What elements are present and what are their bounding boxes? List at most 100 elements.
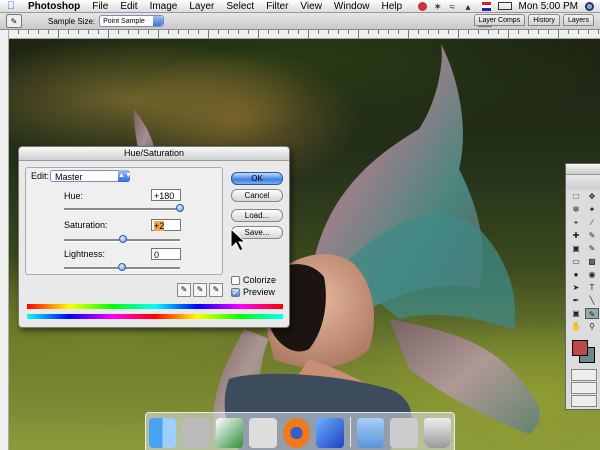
history-brush-tool-icon[interactable]: ✎ (585, 243, 599, 254)
edit-channel-select[interactable]: Master ▲▼ (50, 170, 132, 182)
quick-mask-icon[interactable] (571, 369, 597, 381)
ok-button[interactable]: OK (231, 172, 283, 185)
edit-channel-value: Master (55, 172, 83, 182)
shape-tool-icon[interactable]: ╲ (585, 295, 599, 306)
blur-tool-icon[interactable]: ● (569, 269, 583, 280)
ruler-tick (298, 30, 299, 34)
lasso-tool-icon[interactable]: ✼ (569, 204, 583, 215)
dodge-tool-icon[interactable]: ◉ (585, 269, 599, 280)
feather-logo-icon[interactable] (566, 175, 600, 189)
ruler-tick (528, 30, 529, 34)
healing-brush-tool-icon[interactable]: ✚ (569, 230, 583, 241)
eyedropper-tool-icon[interactable]: ✎ (585, 308, 599, 319)
tab-history[interactable]: History (528, 14, 560, 26)
saturation-value: +2 (154, 221, 165, 231)
ruler-tick (408, 30, 409, 38)
ruler-tick (518, 30, 519, 34)
clone-stamp-tool-icon[interactable]: ▣ (569, 243, 583, 254)
jump-to-imageready-icon[interactable] (571, 395, 597, 407)
ruler-tick (118, 30, 119, 34)
menu-file[interactable]: File (86, 1, 114, 12)
battery-icon[interactable] (497, 2, 512, 10)
wifi-icon[interactable]: ≈ (450, 2, 459, 13)
magic-wand-tool-icon[interactable]: ✦ (585, 204, 599, 215)
brush-tool-icon[interactable]: ✎ (585, 230, 599, 241)
hue-input[interactable]: +180 (151, 189, 181, 201)
mouse-cursor-icon (230, 228, 246, 252)
preview-checkbox[interactable]: ✓ (231, 288, 240, 297)
eyedropper-tool-preset-icon[interactable]: ✎ (6, 14, 22, 28)
ruler-tick (28, 30, 29, 34)
menu-help[interactable]: Help (376, 1, 409, 12)
menu-clock[interactable]: Mon 5:00 PM (519, 1, 578, 12)
saturation-input[interactable]: +2 (151, 219, 181, 231)
firefox-icon[interactable] (282, 418, 311, 448)
applications-icon[interactable] (390, 418, 418, 448)
ruler-tick (558, 30, 559, 38)
flag-icon[interactable] (481, 1, 491, 11)
system-preferences-icon[interactable] (182, 418, 210, 448)
eyedropper-plus-icon[interactable]: ✎ (193, 283, 207, 297)
pen-tool-icon[interactable]: ✒ (569, 295, 583, 306)
notes-tool-icon[interactable]: ▣ (569, 308, 583, 319)
ruler-tick (368, 30, 369, 34)
ruler-tick (148, 30, 149, 34)
hue-slider-thumb[interactable] (176, 204, 184, 212)
itunes-icon[interactable] (316, 418, 344, 448)
ruler-tick (68, 30, 69, 34)
menu-edit[interactable]: Edit (114, 1, 143, 12)
adjustment-group: Edit: Master ▲▼ Hue: +180 Saturation: +2… (25, 167, 223, 275)
zoom-tool-icon[interactable]: ⚲ (585, 321, 599, 332)
eraser-tool-icon[interactable]: ▭ (569, 256, 583, 267)
menu-select[interactable]: Select (220, 1, 260, 12)
lightness-slider-thumb[interactable] (118, 263, 126, 271)
spotlight-icon[interactable] (585, 1, 594, 11)
scissors-icon[interactable] (249, 418, 277, 448)
menu-app-name[interactable]: Photoshop (22, 1, 86, 12)
foreground-color-swatch[interactable] (572, 340, 588, 356)
saturation-label: Saturation: (64, 220, 108, 230)
apple-menu-icon[interactable]:  (0, 0, 22, 12)
hue-label: Hue: (64, 191, 84, 201)
crop-tool-icon[interactable]: ⌖ (569, 217, 583, 228)
menu-view[interactable]: View (294, 1, 328, 12)
gradient-tool-icon[interactable]: ▩ (585, 256, 599, 267)
tab-layers[interactable]: Layers (562, 14, 594, 26)
tools-palette-titlebar[interactable] (566, 164, 600, 175)
bluetooth-icon[interactable]: ✶ (434, 2, 443, 13)
menu-filter[interactable]: Filter (260, 1, 294, 12)
dock-separator (349, 417, 351, 447)
path-selection-tool-icon[interactable]: ➤ (569, 282, 583, 293)
marquee-tool-icon[interactable]: □ (569, 191, 583, 202)
ruler-tick (308, 30, 309, 38)
dialog-title[interactable]: Hue/Saturation (19, 147, 289, 161)
ruler-tick (78, 30, 79, 34)
slice-tool-icon[interactable]: ∕ (585, 217, 599, 228)
eyedropper-icon[interactable]: ✎ (177, 283, 191, 297)
menu-window[interactable]: Window (328, 1, 376, 12)
folder-icon[interactable] (356, 418, 385, 448)
hand-tool-icon[interactable]: ✋ (569, 321, 583, 332)
type-tool-icon[interactable]: T (585, 282, 599, 293)
volume-icon[interactable]: ▴ (466, 2, 475, 13)
virus-icon[interactable] (417, 1, 427, 11)
menu-layer[interactable]: Layer (183, 1, 220, 12)
ruler-tick (108, 30, 109, 38)
ruler-tick (268, 30, 269, 34)
trash-icon[interactable] (423, 418, 452, 448)
finder-icon[interactable] (149, 418, 177, 448)
tab-layer-comps[interactable]: Layer Comps (473, 14, 526, 26)
cancel-button[interactable]: Cancel (231, 189, 283, 202)
hue-slider-track[interactable] (64, 208, 180, 211)
load-button[interactable]: Load... (231, 209, 283, 222)
menu-image[interactable]: Image (144, 1, 184, 12)
eyedropper-minus-icon[interactable]: ✎ (209, 283, 223, 297)
mail-icon[interactable] (215, 418, 244, 448)
sample-size-select[interactable]: Point Sample (99, 15, 165, 27)
colorize-checkbox[interactable] (231, 276, 240, 285)
lightness-input[interactable]: 0 (151, 248, 181, 260)
move-tool-icon[interactable]: ✥ (585, 191, 599, 202)
ruler-tick (48, 30, 49, 34)
ruler-tick (158, 30, 159, 38)
screen-mode-icon[interactable] (571, 382, 597, 394)
